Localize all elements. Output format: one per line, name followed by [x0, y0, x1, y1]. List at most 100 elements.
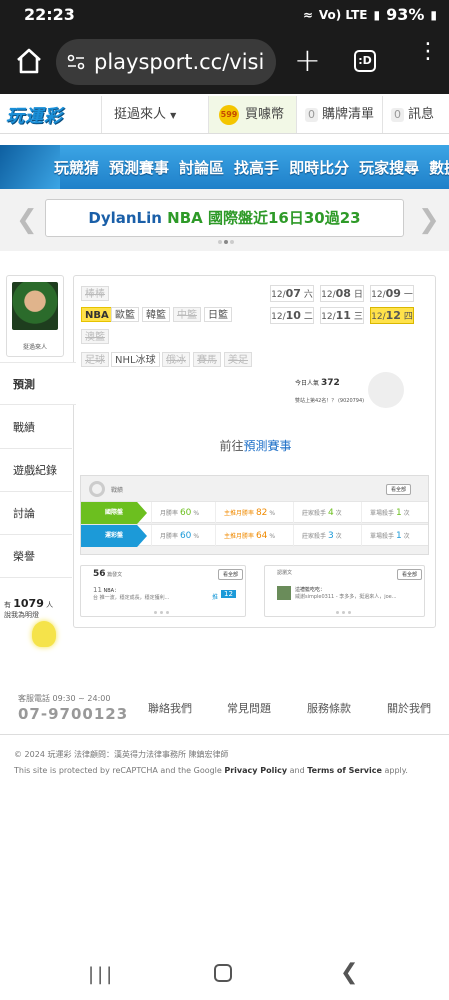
- menu-item-predict[interactable]: 預測賽事: [109, 157, 169, 178]
- browser-toolbar: playsport.cc/visi + :D ⋮: [0, 30, 449, 94]
- goto-predict[interactable]: 前往預測賽事: [74, 437, 437, 454]
- sport-tag[interactable]: 韓籃: [142, 307, 170, 322]
- post-item[interactable]: 11 NBA：台 推一波，穩定成長，穩定獲利...: [93, 586, 169, 601]
- sport-tag[interactable]: 足球: [81, 352, 109, 367]
- stat-single: 單場殺手 1 次: [361, 525, 428, 547]
- date-tab[interactable]: 12/08 日: [320, 285, 364, 302]
- goto-predict-link[interactable]: 預測賽事: [244, 439, 292, 453]
- tab-switcher-button[interactable]: :D: [354, 50, 376, 72]
- carousel-dot[interactable]: [230, 240, 234, 244]
- popularity-value: 372: [320, 378, 340, 388]
- sport-tag[interactable]: NHL冰球: [111, 352, 160, 367]
- back-icon[interactable]: ❮: [340, 960, 358, 985]
- site-header: 玩運彩 挺過來人 ▼ 599 買噱幣 0 購牌清單 0 訊息: [0, 96, 449, 134]
- battery-level: 93%: [386, 5, 425, 24]
- posts-header: 56 篇發文: [93, 569, 123, 579]
- wifi-icon: ≈: [302, 7, 313, 22]
- stats-header: 戰績: [89, 481, 123, 497]
- date-tab[interactable]: 12/11 三: [320, 307, 364, 324]
- sidebar-item-honor[interactable]: 榮譽: [0, 535, 72, 578]
- home-button-icon[interactable]: [214, 964, 232, 982]
- sidebar-item-game-log[interactable]: 遊戲紀錄: [0, 449, 72, 492]
- address-bar[interactable]: playsport.cc/visi: [56, 39, 276, 85]
- menu-item-livescore[interactable]: 即時比分: [289, 157, 349, 178]
- date-tab[interactable]: 12/09 一: [370, 285, 414, 302]
- url-text[interactable]: playsport.cc/visi: [94, 50, 264, 74]
- sport-tag[interactable]: 美足: [224, 352, 252, 367]
- footer-link-terms[interactable]: 服務條款: [307, 700, 351, 716]
- stats-row: 國際盤 月勝率 60 % 主推月勝率 82 % 莊家殺手 4 次 單場殺手 1 …: [81, 501, 428, 524]
- date-tab[interactable]: 12/10 二: [270, 307, 314, 324]
- system-nav-bar: ||| ❮: [0, 948, 449, 1000]
- menu-item-quiz[interactable]: 玩競猜: [54, 157, 99, 178]
- post-badge-label: 推: [212, 594, 219, 601]
- menu-item-experts[interactable]: 找高手: [234, 157, 279, 178]
- cart-link[interactable]: 0 購牌清單: [296, 96, 382, 133]
- sport-tag[interactable]: 澳籃: [81, 329, 109, 344]
- stats-row-label: 國際盤: [81, 502, 147, 524]
- user-menu[interactable]: 挺過來人 ▼: [101, 96, 207, 133]
- stat-month: 月勝率 60 %: [151, 525, 215, 547]
- service-phone[interactable]: 07-9700123: [18, 705, 128, 723]
- sport-tag[interactable]: 賽馬: [193, 352, 221, 367]
- carousel-dot-active[interactable]: [224, 240, 228, 244]
- carousel-dot[interactable]: [218, 240, 222, 244]
- coin-icon: 599: [219, 104, 239, 125]
- reply-item[interactable]: 這禮籃吃吃： 威謝simple0311 - 李多多，挺過來人，joe...: [295, 586, 397, 600]
- more-menu-icon[interactable]: ⋮: [417, 41, 439, 63]
- date-tab[interactable]: 12/07 六: [270, 285, 314, 302]
- footer-link-faq[interactable]: 常見問題: [227, 700, 271, 716]
- message-count: 0: [391, 108, 404, 122]
- chevron-left-icon[interactable]: ❮: [16, 205, 38, 235]
- screen: { "status_bar": {"time": "22:23", "netwo…: [0, 0, 449, 1000]
- recaptcha-notice: This site is protected by reCAPTCHA and …: [14, 766, 408, 775]
- replies-pager: [335, 611, 351, 614]
- menu-item-data[interactable]: 數據: [429, 157, 449, 178]
- stat-streak: 莊家殺手 3 次: [293, 525, 361, 547]
- posts-box: 56 篇發文 看全部 11 NBA：台 推一波，穩定成長，穩定獲利... 推 1…: [80, 565, 246, 617]
- replies-box: 認瀏文 看全部 這禮籃吃吃： 威謝simple0311 - 李多多，挺過來人，jo…: [264, 565, 425, 617]
- date-tab-active[interactable]: 12/12 四: [370, 307, 414, 324]
- status-time: 22:23: [24, 5, 75, 24]
- buy-coin-button[interactable]: 599 買噱幣: [208, 96, 296, 133]
- menu-item-forum[interactable]: 討論區: [179, 157, 224, 178]
- promo-text: NBA 國際盤近16日30過23: [167, 209, 361, 227]
- terms-of-service-link[interactable]: Terms of Service: [307, 766, 382, 775]
- stats-row: 運彩盤 月勝率 60 % 主推月勝率 64 % 莊家殺手 3 次 單場殺手 1 …: [81, 524, 428, 547]
- menu-item-search[interactable]: 玩家搜尋: [359, 157, 419, 178]
- posts-view-all-button[interactable]: 看全部: [218, 569, 244, 580]
- site-settings-icon[interactable]: [66, 52, 86, 72]
- battery-icon: ▮: [430, 7, 437, 22]
- sport-tag[interactable]: 中籃: [173, 307, 201, 322]
- privacy-policy-link[interactable]: Privacy Policy: [224, 766, 287, 775]
- status-right: ≈ Vo) LTE ▮ 93% ▮: [303, 5, 437, 24]
- home-icon[interactable]: [15, 46, 43, 76]
- footer-link-about[interactable]: 關於我們: [387, 700, 431, 716]
- site-logo[interactable]: 玩運彩: [6, 102, 74, 127]
- sport-tag[interactable]: 棒棒: [81, 286, 109, 301]
- main-menu: 玩競猜 預測賽事 討論區 找高手 即時比分 玩家搜尋 數據: [0, 145, 449, 189]
- stats-box: 戰績 看全部 國際盤 月勝率 60 % 主推月勝率 82 % 莊家殺手 4 次 …: [80, 475, 429, 555]
- popularity-rank: 雙站上第42名！？ (9020794): [295, 398, 365, 404]
- sidebar-item-record[interactable]: 戰績: [0, 406, 72, 449]
- sport-tag[interactable]: 日籃: [204, 307, 232, 322]
- messages-label: 訊息: [408, 107, 435, 122]
- messages-link[interactable]: 0 訊息: [382, 96, 449, 133]
- sport-tag[interactable]: 歐籃: [111, 307, 139, 322]
- footer-link-contact[interactable]: 聯絡我們: [148, 700, 192, 716]
- target-icon: [89, 481, 105, 497]
- posts-pager: [154, 611, 169, 614]
- prediction-panel: 棒棒 NBA 歐籃 韓籃 中籃 日籃 澳籃 足球 NHL冰球 俄冰 賽馬 美足 …: [73, 275, 436, 628]
- replies-view-all-button[interactable]: 看全部: [397, 569, 423, 580]
- stats-view-all-button[interactable]: 看全部: [386, 484, 412, 495]
- sidebar-item-predict[interactable]: 預測: [0, 362, 76, 405]
- promo-banner[interactable]: DylanLin NBA 國際盤近16日30過23: [45, 199, 404, 237]
- sport-tag[interactable]: 俄冰: [162, 352, 190, 367]
- menu-decoration: [0, 145, 60, 189]
- sidebar-item-discuss[interactable]: 討論: [0, 492, 72, 535]
- sport-tag-active[interactable]: NBA: [81, 307, 113, 322]
- chevron-right-icon[interactable]: ❯: [418, 205, 440, 235]
- new-tab-icon[interactable]: +: [294, 44, 321, 76]
- recent-apps-icon[interactable]: |||: [88, 964, 115, 985]
- helper-count: 有 1079 人 說我為明燈: [4, 597, 64, 647]
